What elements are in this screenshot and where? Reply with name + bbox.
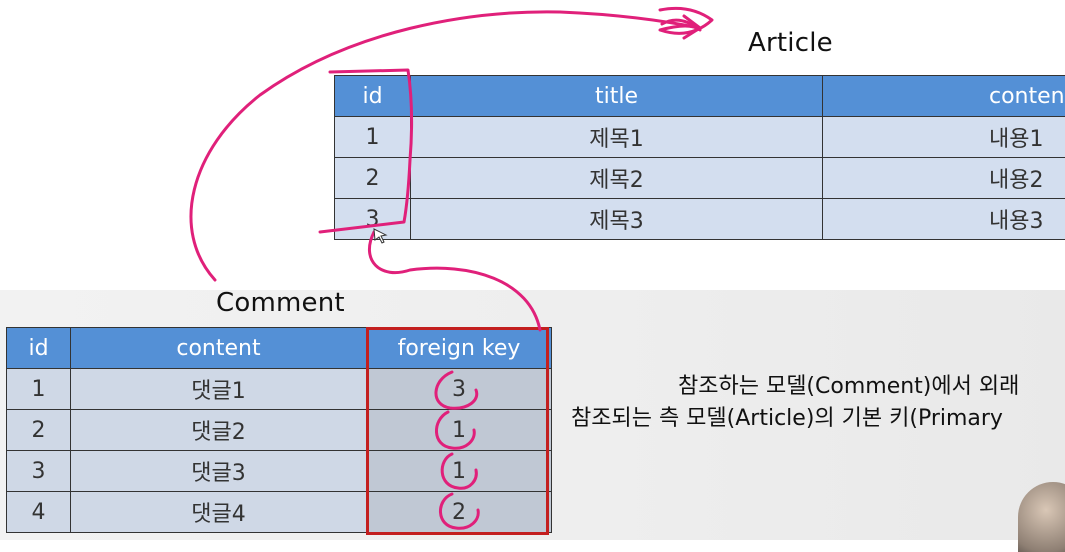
foreign-key-cell: 1 xyxy=(367,451,552,492)
comment-content-cell: 댓글3 xyxy=(71,451,367,492)
article-id-cell: 2 xyxy=(335,158,411,199)
comment-id-cell: 2 xyxy=(7,410,71,451)
table-row: 3 제목3 내용3 xyxy=(335,199,1065,240)
article-title-cell: 제목2 xyxy=(411,158,823,199)
article-content-cell: 내용3 xyxy=(823,199,1065,240)
comment-id-cell: 1 xyxy=(7,369,71,410)
comment-content-cell: 댓글4 xyxy=(71,492,367,533)
comment-table-title: Comment xyxy=(216,288,345,318)
column-header-content: content xyxy=(823,76,1065,117)
table-row: 2 제목2 내용2 xyxy=(335,158,1065,199)
foreign-key-cell: 2 xyxy=(367,492,552,533)
article-header-row: id title content xyxy=(335,76,1065,117)
arrowhead-annotation xyxy=(684,16,700,38)
column-header-title: title xyxy=(411,76,823,117)
comment-table: id content foreign key 1 댓글1 3 2 댓글2 1 3… xyxy=(6,327,552,533)
article-content-cell: 내용1 xyxy=(823,117,1065,158)
article-title-cell: 제목1 xyxy=(411,117,823,158)
table-row: 3 댓글3 1 xyxy=(7,451,552,492)
table-row: 1 댓글1 3 xyxy=(7,369,552,410)
article-content-cell: 내용2 xyxy=(823,158,1065,199)
caption-line-2: 참조되는 측 모델(Article)의 기본 키(Primary xyxy=(571,400,1003,432)
comment-content-cell: 댓글2 xyxy=(71,410,367,451)
column-header-id: id xyxy=(7,328,71,369)
table-row: 1 제목1 내용1 xyxy=(335,117,1065,158)
column-header-content: content xyxy=(71,328,367,369)
table-row: 2 댓글2 1 xyxy=(7,410,552,451)
comment-content-cell: 댓글1 xyxy=(71,369,367,410)
arrowhead-scribble-annotation xyxy=(660,8,712,33)
article-title-cell: 제목3 xyxy=(411,199,823,240)
comment-id-cell: 3 xyxy=(7,451,71,492)
article-table-title: Article xyxy=(748,28,833,58)
article-id-cell: 1 xyxy=(335,117,411,158)
caption-line-1: 참조하는 모델(Comment)에서 외래 xyxy=(678,368,1019,400)
article-table: id title content 1 제목1 내용1 2 제목2 내용2 3 제… xyxy=(334,75,1065,240)
foreign-key-cell: 1 xyxy=(367,410,552,451)
comment-id-cell: 4 xyxy=(7,492,71,533)
comment-header-row: id content foreign key xyxy=(7,328,552,369)
cursor-icon xyxy=(372,227,390,245)
table-row: 4 댓글4 2 xyxy=(7,492,552,533)
foreign-key-cell: 3 xyxy=(367,369,552,410)
column-header-foreign-key: foreign key xyxy=(367,328,552,369)
column-header-id: id xyxy=(335,76,411,117)
